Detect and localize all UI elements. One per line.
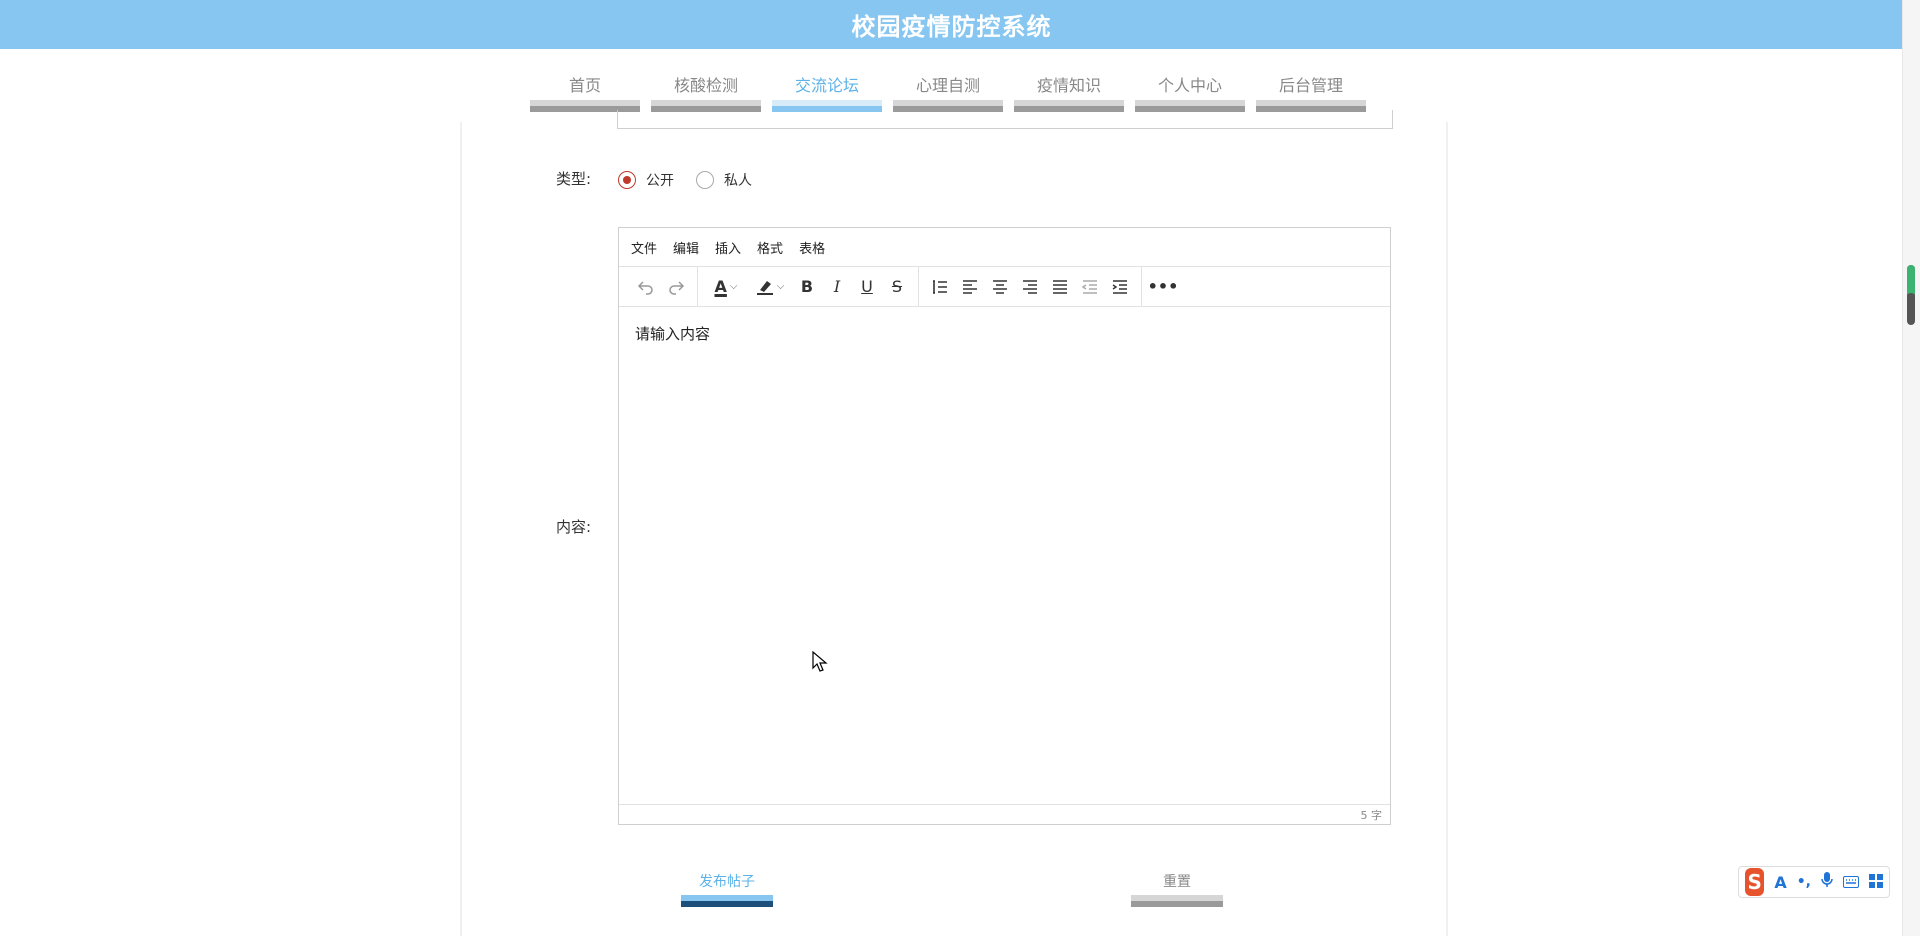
radio-public[interactable]: 公开 bbox=[618, 170, 674, 190]
text-color-icon[interactable]: A ⌵ bbox=[704, 272, 748, 302]
menu-insert[interactable]: 插入 bbox=[715, 238, 741, 257]
align-center-icon[interactable] bbox=[985, 272, 1015, 302]
underline-icon[interactable]: U bbox=[852, 272, 882, 302]
editor-statusbar: 5 字 bbox=[619, 804, 1390, 824]
publish-post-button[interactable]: 发布帖子 bbox=[681, 867, 773, 907]
nav-item-personal-center[interactable]: 个人中心 bbox=[1135, 60, 1245, 112]
rich-text-editor: 文件 编辑 插入 格式 表格 A ⌵ ⌵ B I U S ••• 请输入内容 5… bbox=[618, 227, 1391, 825]
menu-edit[interactable]: 编辑 bbox=[673, 238, 699, 257]
menu-format[interactable]: 格式 bbox=[757, 238, 783, 257]
nav-item-home[interactable]: 首页 bbox=[530, 60, 640, 112]
menu-table[interactable]: 表格 bbox=[799, 238, 825, 257]
previous-field-edge bbox=[617, 110, 1393, 129]
nav-item-psych-test[interactable]: 心理自测 bbox=[893, 60, 1003, 112]
editor-toolbar: A ⌵ ⌵ B I U S ••• bbox=[619, 267, 1390, 307]
outdent-icon[interactable] bbox=[1075, 272, 1105, 302]
nav-item-epidemic-knowledge[interactable]: 疫情知识 bbox=[1014, 60, 1124, 112]
ime-chinese-mode-icon[interactable]: A bbox=[1774, 873, 1786, 892]
reset-button[interactable]: 重置 bbox=[1131, 867, 1223, 907]
grid-menu-icon[interactable] bbox=[1869, 873, 1883, 892]
content-label: 内容: bbox=[556, 518, 592, 536]
history-group bbox=[625, 267, 698, 306]
nav-item-forum[interactable]: 交流论坛 bbox=[772, 60, 882, 112]
undo-icon[interactable] bbox=[631, 272, 661, 302]
nav-item-nucleic-test[interactable]: 核酸检测 bbox=[651, 60, 761, 112]
page-scrollbar[interactable] bbox=[1902, 0, 1920, 936]
button-underline bbox=[681, 895, 773, 907]
align-justify-icon[interactable] bbox=[1045, 272, 1075, 302]
nav-item-admin[interactable]: 后台管理 bbox=[1256, 60, 1366, 112]
app-title: 校园疫情防控系统 bbox=[851, 13, 1052, 41]
radio-circle[interactable] bbox=[618, 171, 636, 189]
format-group: A ⌵ ⌵ B I U S bbox=[698, 267, 919, 306]
radio-circle[interactable] bbox=[696, 171, 714, 189]
redo-icon[interactable] bbox=[661, 272, 691, 302]
editor-menubar: 文件 编辑 插入 格式 表格 bbox=[619, 228, 1390, 267]
scrollbar-thumb[interactable] bbox=[1907, 265, 1915, 325]
ime-toolbar: S A •, bbox=[1738, 866, 1890, 898]
editor-placeholder: 请输入内容 bbox=[635, 325, 711, 343]
editor-content[interactable]: 请输入内容 bbox=[619, 307, 1390, 804]
app-header: 校园疫情防控系统 bbox=[0, 0, 1903, 49]
keyboard-icon[interactable] bbox=[1843, 873, 1859, 892]
microphone-icon[interactable] bbox=[1821, 872, 1833, 892]
main-nav: 首页 核酸检测 交流论坛 心理自测 疫情知识 个人中心 后台管理 bbox=[530, 60, 1366, 112]
alignment-group bbox=[919, 267, 1142, 306]
align-left-icon[interactable] bbox=[955, 272, 985, 302]
strikethrough-icon[interactable]: S bbox=[882, 272, 912, 302]
indent-icon[interactable] bbox=[1105, 272, 1135, 302]
align-right-icon[interactable] bbox=[1015, 272, 1045, 302]
bold-icon[interactable]: B bbox=[792, 272, 822, 302]
type-label: 类型: bbox=[556, 170, 592, 188]
radio-label: 公开 bbox=[646, 173, 674, 189]
menu-file[interactable]: 文件 bbox=[631, 238, 657, 257]
radio-label: 私人 bbox=[724, 173, 752, 189]
line-height-icon[interactable] bbox=[925, 272, 955, 302]
button-underline bbox=[1131, 895, 1223, 907]
italic-icon[interactable]: I bbox=[822, 272, 852, 302]
more-group: ••• bbox=[1142, 267, 1184, 306]
type-radio-group: 公开 私人 bbox=[618, 170, 774, 190]
highlight-color-icon[interactable]: ⌵ bbox=[748, 272, 792, 302]
word-count: 5 字 bbox=[1360, 808, 1383, 822]
more-icon[interactable]: ••• bbox=[1148, 272, 1179, 302]
sogou-logo-icon[interactable]: S bbox=[1745, 868, 1765, 896]
ime-punctuation-icon[interactable]: •, bbox=[1797, 874, 1811, 890]
radio-private[interactable]: 私人 bbox=[696, 170, 752, 190]
